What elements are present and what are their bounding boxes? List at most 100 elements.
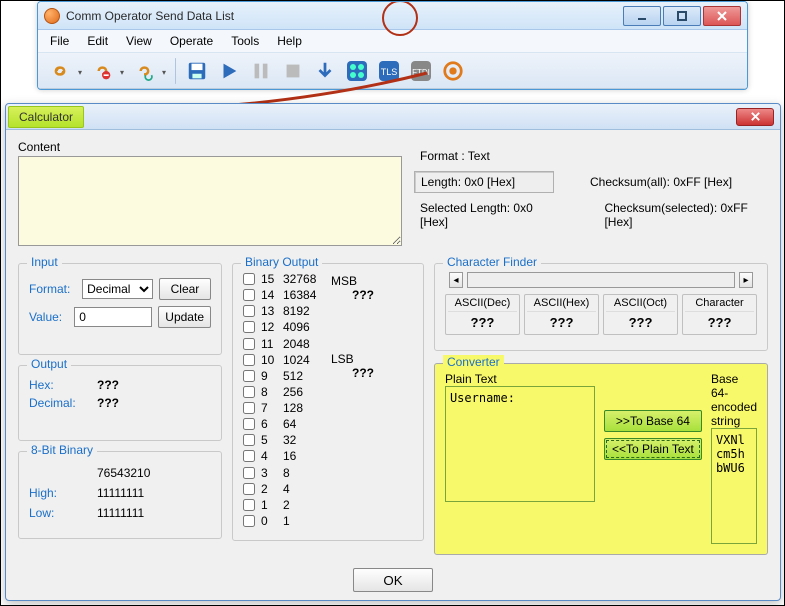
bit-index: 14 (261, 288, 283, 304)
plain-text-label: Plain Text (445, 372, 595, 386)
menu-view[interactable]: View (126, 34, 152, 48)
bit-checkbox[interactable] (243, 338, 255, 350)
low-value: 11111111 (97, 506, 144, 520)
base64-input[interactable] (711, 428, 757, 544)
plain-text-input[interactable] (445, 386, 595, 502)
bit-weight: 512 (283, 369, 331, 385)
char-finder-legend: Character Finder (443, 255, 541, 269)
window-title: Comm Operator Send Data List (66, 9, 234, 23)
bit-index: 5 (261, 433, 283, 449)
bit-weight: 16384 (283, 288, 331, 304)
bit-index: 11 (261, 337, 283, 353)
menu-edit[interactable]: Edit (87, 34, 108, 48)
high-value: 11111111 (97, 486, 144, 500)
lsb-unknown: ??? (331, 366, 395, 380)
minimize-button[interactable] (623, 6, 661, 26)
bit-checkbox[interactable] (243, 450, 255, 462)
bit-index: 10 (261, 353, 283, 369)
bit-weight: 32 (283, 433, 331, 449)
format-select[interactable]: Decimal (82, 279, 153, 299)
close-button[interactable] (703, 6, 741, 26)
menu-tools[interactable]: Tools (231, 34, 259, 48)
to-plain-text-button[interactable]: <<To Plain Text (604, 438, 702, 460)
bit-checkbox[interactable] (243, 515, 255, 527)
download-icon[interactable] (311, 57, 339, 85)
selected-length-value: Selected Length: 0x0 [Hex] (414, 198, 568, 232)
menubar: File Edit View Operate Tools Help (38, 30, 747, 53)
slider-left-button[interactable]: ◂ (449, 272, 463, 288)
ascii-oct-col: ASCII(Oct)??? (603, 294, 678, 335)
bit-index: 3 (261, 466, 283, 482)
content-textarea[interactable] (18, 156, 402, 246)
eightbit-group: 8-Bit Binary 76543210 High:11111111 Low:… (18, 451, 222, 539)
checksum-selected-value: Checksum(selected): 0xFF [Hex] (598, 198, 768, 232)
stop-icon[interactable] (279, 57, 307, 85)
ascii-hex-col: ASCII(Hex)??? (524, 294, 599, 335)
bit-checkbox[interactable] (243, 402, 255, 414)
input-legend: Input (27, 255, 62, 269)
dialog-close-button[interactable] (736, 108, 774, 126)
bit-checkbox[interactable] (243, 434, 255, 446)
slider-track[interactable] (467, 272, 735, 288)
bit-weight: 16 (283, 449, 331, 465)
clear-button[interactable]: Clear (159, 278, 211, 300)
ok-button[interactable]: OK (353, 568, 433, 592)
calculator-icon[interactable] (343, 57, 371, 85)
bit-checkbox[interactable] (243, 354, 255, 366)
binary-output-group: Binary Output 15327681416384138192124096… (232, 263, 424, 541)
bit-weight: 64 (283, 417, 331, 433)
output-legend: Output (27, 357, 71, 371)
to-base64-button[interactable]: >>To Base 64 (604, 410, 702, 432)
bit-index: 15 (261, 272, 283, 288)
link-icon[interactable]: ▾ (46, 57, 74, 85)
eightbit-legend: 8-Bit Binary (27, 443, 97, 457)
value-input[interactable] (74, 307, 152, 327)
save-icon[interactable] (183, 57, 211, 85)
value-field-label: Value: (29, 310, 68, 324)
update-button[interactable]: Update (158, 306, 211, 328)
bit-index: 6 (261, 417, 283, 433)
bit-checkbox[interactable] (243, 289, 255, 301)
bit-checkbox[interactable] (243, 418, 255, 430)
main-window: Comm Operator Send Data List File Edit V… (37, 1, 748, 90)
target-icon[interactable] (439, 57, 467, 85)
bit-checkbox[interactable] (243, 370, 255, 382)
format-field-label: Format: (29, 282, 76, 296)
bit-checkbox[interactable] (243, 305, 255, 317)
ftdi-icon[interactable]: FTDI (407, 57, 435, 85)
bit-checkbox[interactable] (243, 321, 255, 333)
eightbit-header: 76543210 (97, 466, 150, 480)
bit-index: 1 (261, 498, 283, 514)
bit-checkbox[interactable] (243, 386, 255, 398)
bit-weight: 2 (283, 498, 331, 514)
bit-weight: 4 (283, 482, 331, 498)
menu-operate[interactable]: Operate (170, 34, 213, 48)
menu-file[interactable]: File (50, 34, 69, 48)
link-remove-icon[interactable]: ▾ (88, 57, 116, 85)
binary-output-legend: Binary Output (241, 255, 322, 269)
bit-checkbox[interactable] (243, 483, 255, 495)
menu-help[interactable]: Help (277, 34, 302, 48)
converter-group: Converter Plain Text >>To Base 64 <<To P… (434, 363, 768, 555)
bit-checkbox[interactable] (243, 499, 255, 511)
bit-weight: 1024 (283, 353, 331, 369)
bit-checkbox[interactable] (243, 273, 255, 285)
tls-icon[interactable]: TLS (375, 57, 403, 85)
bit-weight: 8192 (283, 304, 331, 320)
bit-weight: 256 (283, 385, 331, 401)
play-icon[interactable] (215, 57, 243, 85)
character-col: Character??? (682, 294, 757, 335)
bit-weight: 4096 (283, 320, 331, 336)
titlebar: Comm Operator Send Data List (38, 2, 747, 30)
maximize-button[interactable] (663, 6, 701, 26)
dialog-title: Calculator (8, 106, 84, 128)
ascii-dec-col: ASCII(Dec)??? (445, 294, 520, 335)
converter-legend: Converter (443, 355, 504, 369)
bit-checkbox[interactable] (243, 467, 255, 479)
slider-right-button[interactable]: ▸ (739, 272, 753, 288)
toolbar-separator (175, 58, 176, 84)
bit-weight: 1 (283, 514, 331, 530)
input-group: Input Format: Decimal Clear Value: Updat… (18, 263, 222, 355)
link-refresh-icon[interactable]: ▾ (130, 57, 158, 85)
pause-icon[interactable] (247, 57, 275, 85)
